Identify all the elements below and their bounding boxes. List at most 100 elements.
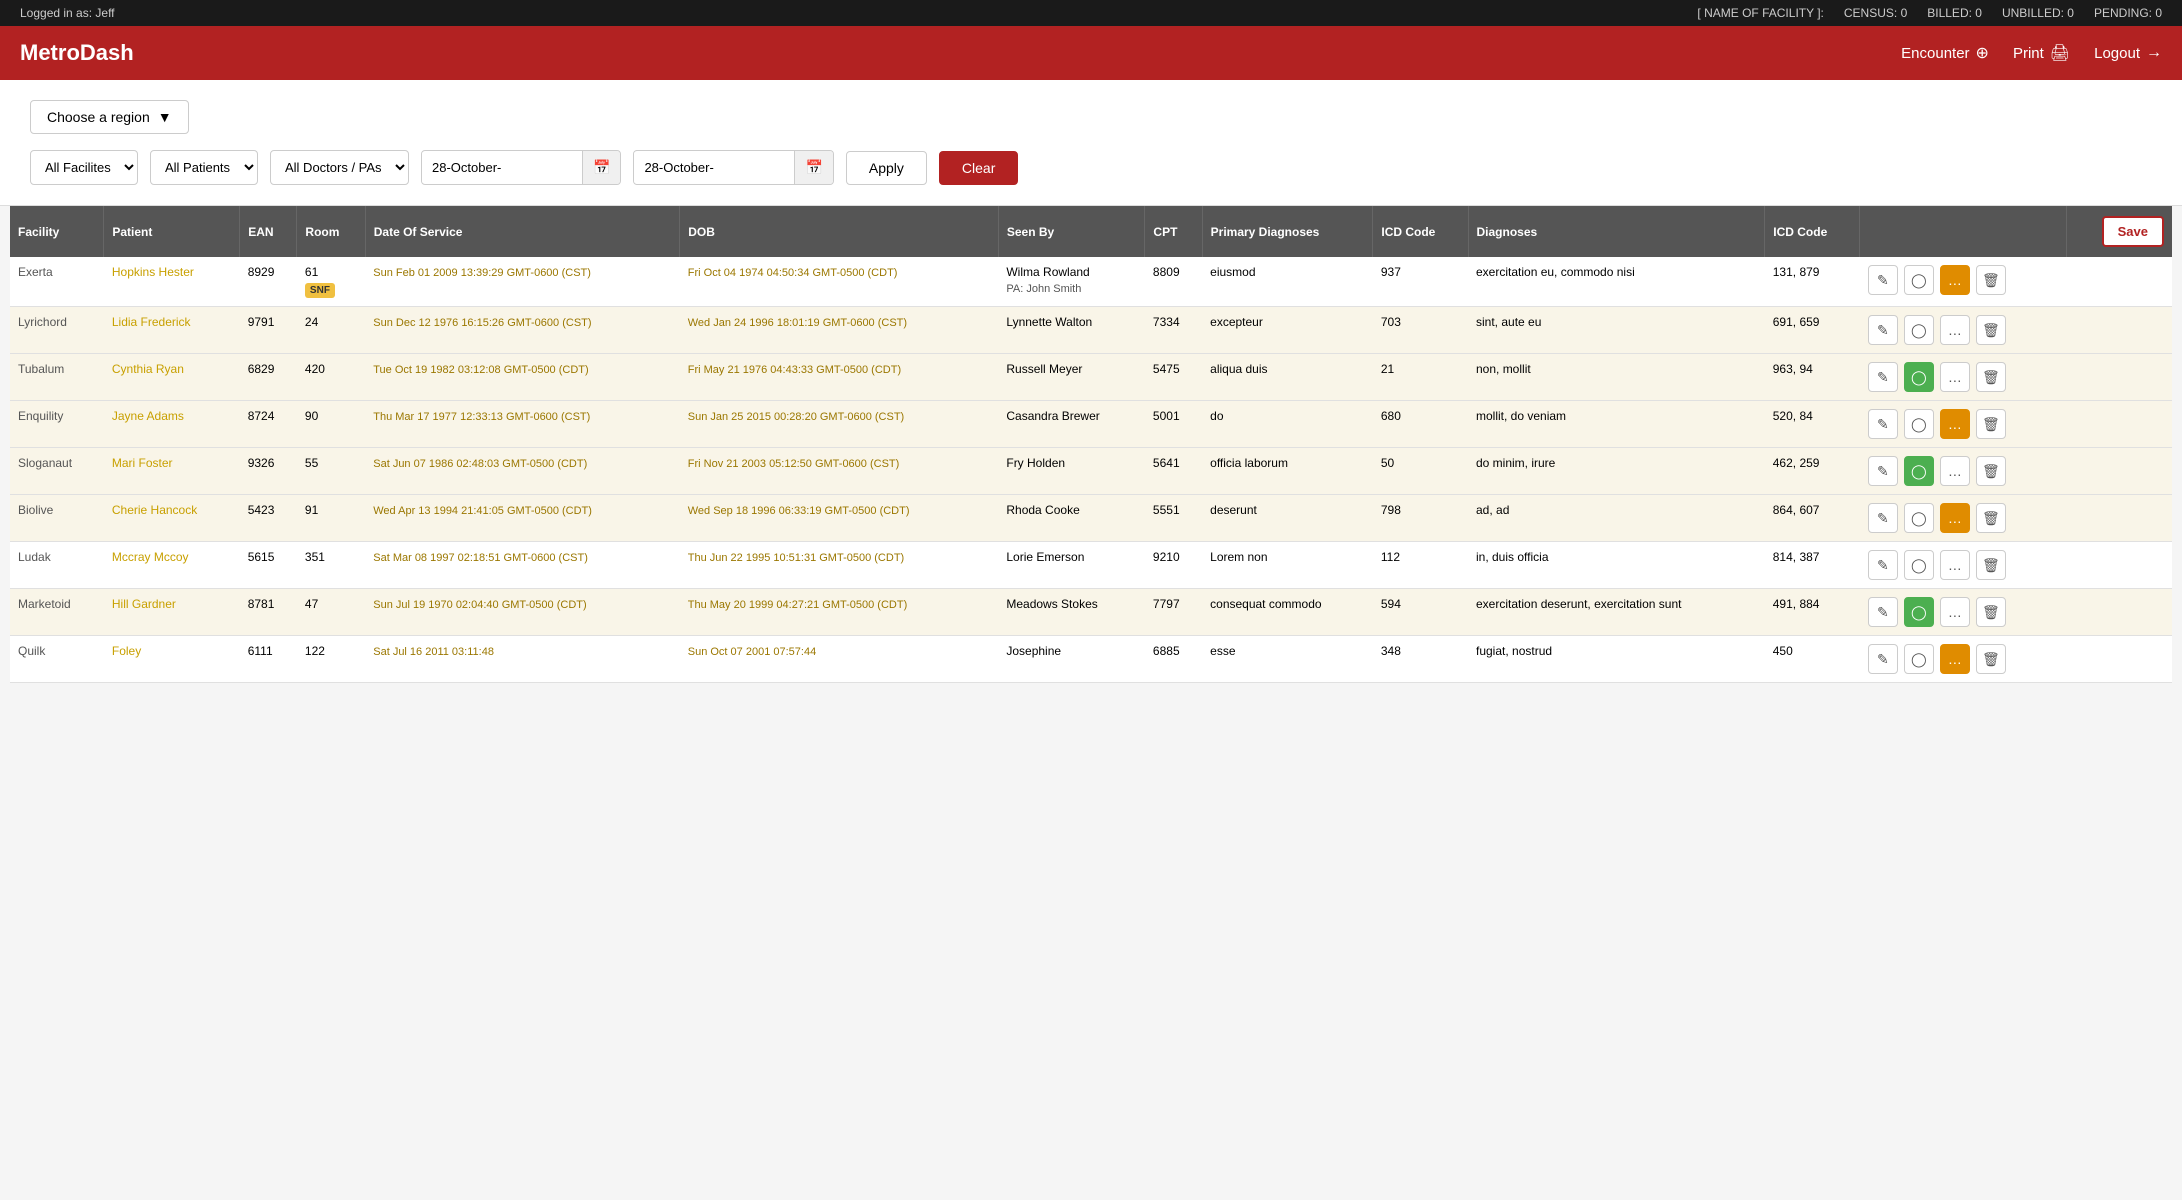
th-facility: Facility xyxy=(10,206,104,257)
edit-button[interactable]: ✎ xyxy=(1868,597,1898,627)
th-diagnoses: Diagnoses xyxy=(1468,206,1765,257)
cell-primary-diagnoses: officia laborum xyxy=(1202,448,1373,495)
cell-date-of-service: Wed Apr 13 1994 21:41:05 GMT-0500 (CDT) xyxy=(365,495,680,542)
delete-button[interactable]: 🗑 xyxy=(1976,597,2006,627)
date-from-input[interactable] xyxy=(422,152,582,183)
status-button[interactable]: ◯ xyxy=(1904,265,1934,295)
more-button[interactable]: … xyxy=(1940,550,1970,580)
cell-date-of-service: Sun Dec 12 1976 16:15:26 GMT-0600 (CST) xyxy=(365,307,680,354)
status-button[interactable]: ◯ xyxy=(1904,644,1934,674)
status-button[interactable]: ◯ xyxy=(1904,315,1934,345)
cell-cpt: 5641 xyxy=(1145,448,1202,495)
date-to-input[interactable] xyxy=(634,152,794,183)
cell-primary-diagnoses: excepteur xyxy=(1202,307,1373,354)
edit-button[interactable]: ✎ xyxy=(1868,409,1898,439)
logout-label: Logout xyxy=(2094,45,2140,62)
edit-button[interactable]: ✎ xyxy=(1868,362,1898,392)
cell-ean: 8929 xyxy=(240,257,297,307)
cell-seen-by: Meadows Stokes xyxy=(998,589,1145,636)
delete-button[interactable]: 🗑 xyxy=(1976,315,2006,345)
delete-button[interactable]: 🗑 xyxy=(1976,503,2006,533)
cell-date-of-service: Sat Jun 07 1986 02:48:03 GMT-0500 (CDT) xyxy=(365,448,680,495)
cell-patient: Mccray Mccoy xyxy=(104,542,240,589)
cell-icd-code: 348 xyxy=(1373,636,1468,683)
table-row: Quilk Foley 6111 122 Sat Jul 16 2011 03:… xyxy=(10,636,2172,683)
cell-cpt: 8809 xyxy=(1145,257,1202,307)
th-date-of-service: Date Of Service xyxy=(365,206,680,257)
table-row: Biolive Cherie Hancock 5423 91 Wed Apr 1… xyxy=(10,495,2172,542)
more-button[interactable]: … xyxy=(1940,644,1970,674)
edit-button[interactable]: ✎ xyxy=(1868,315,1898,345)
cell-save xyxy=(2066,401,2172,448)
cell-room: 122 xyxy=(297,636,365,683)
delete-button[interactable]: 🗑 xyxy=(1976,644,2006,674)
cell-dob: Sun Oct 07 2001 07:57:44 xyxy=(680,636,999,683)
more-button[interactable]: … xyxy=(1940,503,1970,533)
more-button[interactable]: … xyxy=(1940,315,1970,345)
facilities-select[interactable]: All Facilites xyxy=(30,150,138,185)
edit-button[interactable]: ✎ xyxy=(1868,644,1898,674)
cell-dob: Fri May 21 1976 04:43:33 GMT-0500 (CDT) xyxy=(680,354,999,401)
region-dropdown[interactable]: Choose a region ▼ xyxy=(30,100,189,134)
edit-button[interactable]: ✎ xyxy=(1868,503,1898,533)
cell-ean: 5615 xyxy=(240,542,297,589)
doctors-select[interactable]: All Doctors / PAs xyxy=(270,150,409,185)
print-button[interactable]: Print 🖨 xyxy=(2013,43,2070,63)
cell-ean: 8724 xyxy=(240,401,297,448)
logo: MetroDash xyxy=(20,40,134,66)
cell-facility: Quilk xyxy=(10,636,104,683)
logout-button[interactable]: Logout → xyxy=(2094,44,2162,62)
delete-button[interactable]: 🗑 xyxy=(1976,550,2006,580)
cell-actions: ✎ ◯ … 🗑 xyxy=(1860,401,2066,448)
cell-icd-code: 50 xyxy=(1373,448,1468,495)
cell-dob: Fri Oct 04 1974 04:50:34 GMT-0500 (CDT) xyxy=(680,257,999,307)
delete-button[interactable]: 🗑 xyxy=(1976,265,2006,295)
cell-dob: Thu Jun 22 1995 10:51:31 GMT-0500 (CDT) xyxy=(680,542,999,589)
more-button[interactable]: … xyxy=(1940,362,1970,392)
unbilled-stat: UNBILLED: 0 xyxy=(2002,6,2074,20)
cell-patient: Hopkins Hester xyxy=(104,257,240,307)
cell-diagnoses: sint, aute eu xyxy=(1468,307,1765,354)
cell-dob: Wed Sep 18 1996 06:33:19 GMT-0500 (CDT) xyxy=(680,495,999,542)
cell-room: 90 xyxy=(297,401,365,448)
cell-facility: Exerta xyxy=(10,257,104,307)
status-button[interactable]: ◯ xyxy=(1904,409,1934,439)
more-button[interactable]: … xyxy=(1940,456,1970,486)
apply-button[interactable]: Apply xyxy=(846,151,927,185)
encounter-button[interactable]: Encounter ⊕ xyxy=(1901,43,1989,63)
cell-cpt: 5001 xyxy=(1145,401,1202,448)
cell-facility: Marketoid xyxy=(10,589,104,636)
delete-button[interactable]: 🗑 xyxy=(1976,409,2006,439)
cell-patient: Cherie Hancock xyxy=(104,495,240,542)
delete-button[interactable]: 🗑 xyxy=(1976,456,2006,486)
cell-date-of-service: Sun Jul 19 1970 02:04:40 GMT-0500 (CDT) xyxy=(365,589,680,636)
delete-button[interactable]: 🗑 xyxy=(1976,362,2006,392)
status-button[interactable]: ◯ xyxy=(1904,362,1934,392)
edit-button[interactable]: ✎ xyxy=(1868,550,1898,580)
status-button[interactable]: ◯ xyxy=(1904,597,1934,627)
cell-facility: Lyrichord xyxy=(10,307,104,354)
cell-primary-diagnoses: eiusmod xyxy=(1202,257,1373,307)
cell-date-of-service: Sun Feb 01 2009 13:39:29 GMT-0600 (CST) xyxy=(365,257,680,307)
patients-select[interactable]: All Patients xyxy=(150,150,258,185)
calendar-from-icon[interactable]: 📅 xyxy=(582,151,620,184)
encounters-table: Facility Patient EAN Room Date Of Servic… xyxy=(10,206,2172,683)
date-from-wrap: 📅 xyxy=(421,150,621,185)
cell-date-of-service: Thu Mar 17 1977 12:33:13 GMT-0600 (CST) xyxy=(365,401,680,448)
more-button[interactable]: … xyxy=(1940,597,1970,627)
table-row: Tubalum Cynthia Ryan 6829 420 Tue Oct 19… xyxy=(10,354,2172,401)
status-button[interactable]: ◯ xyxy=(1904,456,1934,486)
calendar-to-icon[interactable]: 📅 xyxy=(794,151,832,184)
table-row: Marketoid Hill Gardner 8781 47 Sun Jul 1… xyxy=(10,589,2172,636)
clear-button[interactable]: Clear xyxy=(939,151,1018,185)
edit-button[interactable]: ✎ xyxy=(1868,456,1898,486)
save-button[interactable]: Save xyxy=(2102,216,2164,247)
more-button[interactable]: … xyxy=(1940,409,1970,439)
more-button[interactable]: … xyxy=(1940,265,1970,295)
status-button[interactable]: ◯ xyxy=(1904,503,1934,533)
region-row: Choose a region ▼ xyxy=(30,100,2152,134)
cell-save xyxy=(2066,307,2172,354)
edit-button[interactable]: ✎ xyxy=(1868,265,1898,295)
status-button[interactable]: ◯ xyxy=(1904,550,1934,580)
logged-in-label: Logged in as: Jeff xyxy=(20,6,115,20)
